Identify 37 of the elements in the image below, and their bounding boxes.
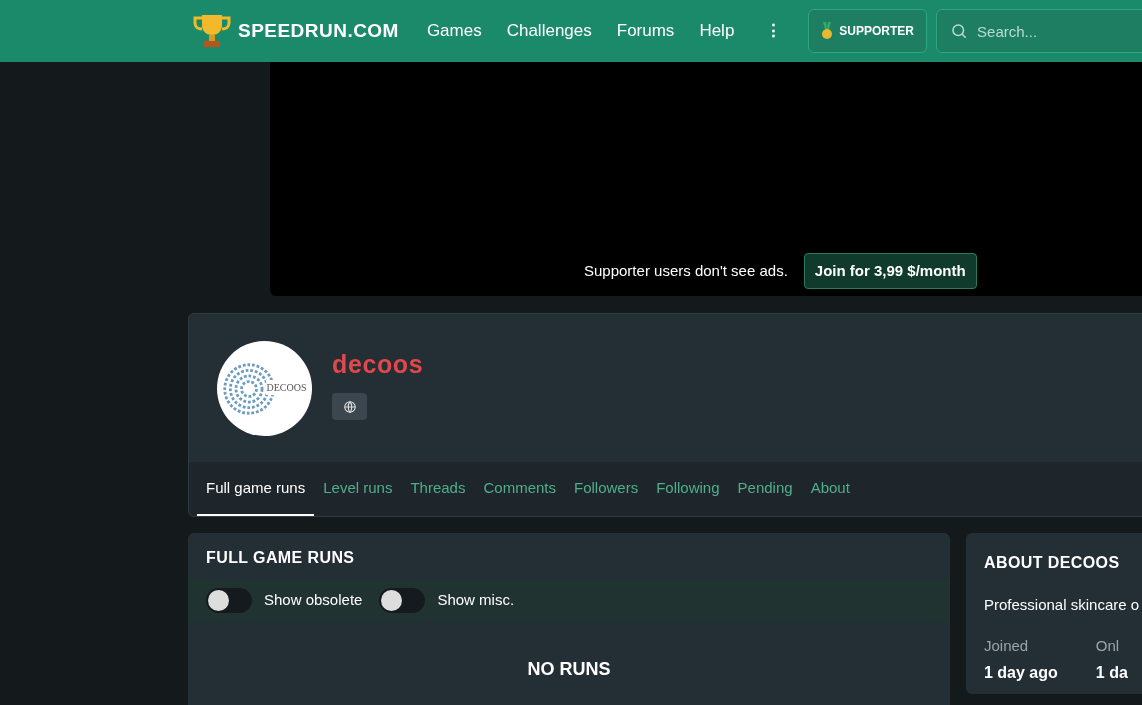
section-title: FULL GAME RUNS xyxy=(205,548,356,568)
ad-message: Supporter users don't see ads. xyxy=(584,261,788,281)
toggle-switch[interactable] xyxy=(379,588,426,613)
globe-button[interactable] xyxy=(332,393,367,421)
search-field[interactable]: Search... xyxy=(936,9,1142,53)
globe-icon xyxy=(342,399,357,414)
profile-tab[interactable]: Level runs xyxy=(314,462,402,516)
trophy-icon xyxy=(192,13,232,49)
profile-tab[interactable]: Followers xyxy=(565,462,648,516)
stat-value: 1 da xyxy=(1095,663,1128,683)
search-icon xyxy=(950,22,969,40)
profile-tab[interactable]: Following xyxy=(647,462,729,516)
empty-message: NO RUNS xyxy=(527,658,611,681)
profile-tab[interactable]: About xyxy=(801,462,859,516)
avatar-logo-text: DECOOS xyxy=(266,379,307,395)
profile-tab[interactable]: Pending xyxy=(728,462,802,516)
site-logo[interactable]: SPEEDRUN.COM xyxy=(192,13,399,49)
supporter-button[interactable]: SUPPORTER xyxy=(808,9,928,53)
profile-tab[interactable]: Threads xyxy=(401,462,475,516)
profile-tab[interactable]: Full game runs xyxy=(197,462,315,516)
nav-link[interactable]: Games xyxy=(426,18,482,44)
more-button[interactable]: ⋮ xyxy=(759,18,789,44)
profile-tab[interactable]: Comments xyxy=(474,462,565,516)
section-title: ABOUT DECOOS xyxy=(984,553,1121,573)
stat-label: Onl xyxy=(1095,635,1121,656)
username: decoos xyxy=(332,348,424,380)
nav-link[interactable]: Forums xyxy=(616,18,675,44)
toggle-label: Show misc. xyxy=(437,590,515,611)
bio-text: Professional skincare o xyxy=(984,595,1141,615)
toggle-label: Show obsolete xyxy=(264,590,363,611)
nav-link[interactable]: Help xyxy=(699,18,735,44)
nav-link[interactable]: Challenges xyxy=(506,18,592,44)
toggle-switch[interactable] xyxy=(206,588,252,613)
stat-value: 1 day ago xyxy=(984,663,1058,683)
join-button[interactable]: Join for 3,99 $/month xyxy=(803,253,977,289)
stat-label: Joined xyxy=(984,635,1030,656)
medal-icon xyxy=(821,22,834,40)
